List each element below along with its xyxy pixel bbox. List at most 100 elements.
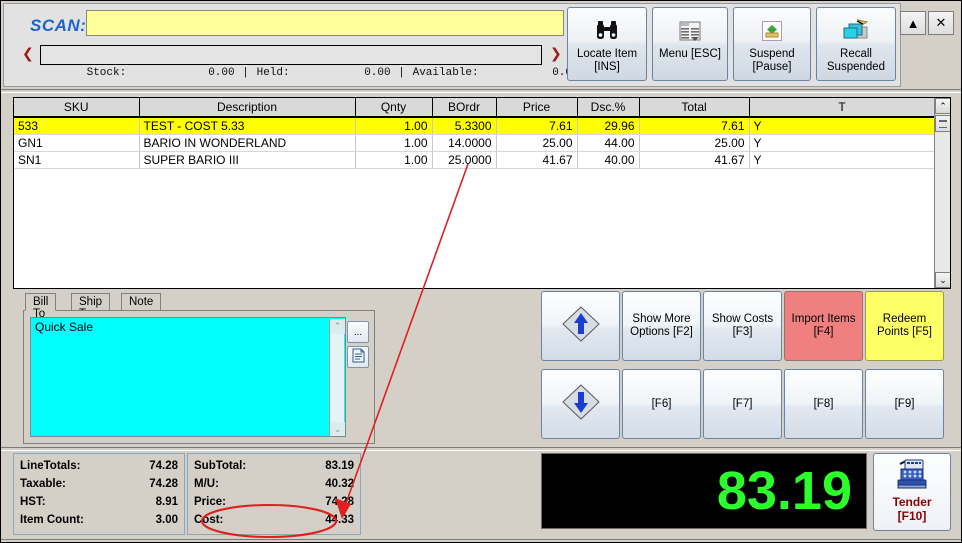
ellipsis-icon: ... [353,326,363,338]
col-header-total[interactable]: Total [639,98,750,118]
browse-customer-button[interactable]: ... [347,321,369,343]
bill-to-textarea[interactable]: Quick Sale ⌃ ⌄ [30,317,346,437]
show-more-options-label: Show More Options [F2] [630,313,693,338]
total-row-subtotal: SubTotal: 83.19 [194,458,354,476]
menu-button[interactable]: Menu [ESC] [652,7,728,81]
stock-sep-2: | [398,67,405,79]
table-row[interactable]: 533 TEST - COST 5.33 1.00 5.3300 7.61 29… [14,117,936,135]
table-row[interactable]: GN1 BARIO IN WONDERLAND 1.00 14.0000 25.… [14,134,936,152]
suspend-label-2: [Pause] [752,61,792,73]
linetotals-label: LineTotals: [20,460,81,472]
cell-total: 41.67 [639,151,750,169]
tab-bill-to[interactable]: Bill To [25,293,57,320]
f6-button[interactable]: [F6] [622,369,701,439]
col-header-price[interactable]: Price [496,98,578,118]
total-row-item-count: Item Count: 3.00 [20,512,178,530]
f8-button[interactable]: [F8] [784,369,863,439]
subtotal-label: SubTotal: [194,460,247,472]
total-row-taxable: Taxable: 74.28 [20,476,178,494]
scroll-down-function-button[interactable] [541,369,620,439]
col-header-qnty[interactable]: Qnty [355,98,433,118]
total-row-hst: HST: 8.91 [20,494,178,512]
scroll-up-button[interactable]: ⌃ [935,98,950,114]
f8-label: [F8] [813,397,834,410]
available-label: Available: [412,67,479,79]
function-key-pad: Show More Options [F2] Show Costs [F3] I… [541,291,951,443]
bill-to-scrollbar[interactable]: ⌃ ⌄ [329,319,345,436]
totals-left-box: LineTotals: 74.28 Taxable: 74.28 HST: 8.… [13,453,185,535]
scrollbar-thumb[interactable] [935,115,950,132]
menu-list-icon [678,14,702,48]
minimize-button[interactable]: ▲ [900,11,926,35]
suspend-box-icon [761,14,783,48]
total-row-cost: Cost: 44.33 [194,512,354,530]
tender-button[interactable]: Tender [F10] [873,453,951,531]
scroll-down-button[interactable]: ⌄ [935,272,950,288]
col-header-bordr[interactable]: BOrdr [432,98,497,118]
chevron-left-icon[interactable]: ❮ [22,46,34,62]
subtotal-value: 83.19 [325,460,354,472]
tender-label-1: Tender [892,495,932,509]
cell-dsc: 40.00 [577,151,640,169]
triangle-up-icon: ▲ [906,15,920,31]
col-header-sku[interactable]: SKU [14,98,140,118]
tab-ship-to[interactable]: Ship To [71,293,111,320]
total-row-mu: M/U: 40.32 [194,476,354,494]
table-row[interactable]: SN1 SUPER BARIO III 1.00 25.0000 41.67 4… [14,151,936,169]
bill-to-text: Quick Sale [35,320,94,334]
cell-t: Y [749,151,936,169]
cell-t: Y [749,117,936,135]
f6-label: [F6] [651,397,672,410]
chevron-right-icon[interactable]: ❯ [550,46,562,62]
f7-button[interactable]: [F7] [703,369,782,439]
f7-label: [F7] [732,397,753,410]
taxable-label: Taxable: [20,478,66,490]
tender-label-2: [F10] [897,509,927,523]
item-count-label: Item Count: [20,514,84,526]
cell-desc: TEST - COST 5.33 [139,117,356,135]
document-icon [352,348,365,366]
suspend-button[interactable]: Suspend [Pause] [733,7,811,81]
total-row-price: Price: 74.28 [194,494,354,512]
item-count-value: 3.00 [155,514,178,526]
bill-to-scroll-down-button[interactable]: ⌄ [330,422,345,436]
chevron-up-icon: ⌃ [333,321,342,331]
col-header-t[interactable]: T [749,98,936,118]
close-button[interactable]: ✕ [928,11,954,35]
col-header-desc[interactable]: Description [139,98,356,118]
scan-input[interactable] [86,10,564,36]
cell-price: 7.61 [496,117,578,135]
customer-document-button[interactable] [347,346,369,368]
tab-note[interactable]: Note [121,293,162,311]
pos-window: SCAN: ❮ ❯ Stock: 0.00 | Held: 0.00 | Available… [0,0,962,543]
price-value: 74.28 [325,496,354,508]
binoculars-icon [594,14,620,48]
cell-t: Y [749,134,936,152]
cell-dsc: 29.96 [577,117,640,135]
scroll-up-function-button[interactable] [541,291,620,361]
up-arrow-diamond-icon [560,304,602,348]
redeem-points-button[interactable]: Redeem Points [F5] [865,291,944,361]
chevron-up-icon: ⌃ [939,100,947,111]
totals-area: LineTotals: 74.28 Taxable: 74.28 HST: 8.… [13,453,361,535]
cell-qnty: 1.00 [355,117,433,135]
col-header-dsc[interactable]: Dsc.% [577,98,640,118]
recall-label-1: Recall [840,48,872,60]
table-header-row: SKU Description Qnty BOrdr Price Dsc.% T… [14,98,936,118]
tab-note-label: Note [129,296,154,308]
price-label: Price: [194,496,226,508]
show-more-options-button[interactable]: Show More Options [F2] [622,291,701,361]
show-costs-button[interactable]: Show Costs [F3] [703,291,782,361]
bill-to-scroll-up-button[interactable]: ⌃ [330,319,345,334]
held-value: 0.00 [364,67,391,79]
stock-sep-1: | [242,67,249,79]
import-items-label: Import Items [F4] [791,313,856,338]
grid-scrollbar[interactable]: ⌃ ⌄ [934,98,950,288]
f9-button[interactable]: [F9] [865,369,944,439]
recall-suspended-button[interactable]: Recall Suspended [816,7,896,81]
locate-item-label-1: Locate Item [576,48,638,60]
close-icon: ✕ [935,15,947,30]
locate-item-button[interactable]: Locate Item [INS] [567,7,647,81]
import-items-button[interactable]: Import Items [F4] [784,291,863,361]
recall-label-2: Suspended [826,61,886,73]
